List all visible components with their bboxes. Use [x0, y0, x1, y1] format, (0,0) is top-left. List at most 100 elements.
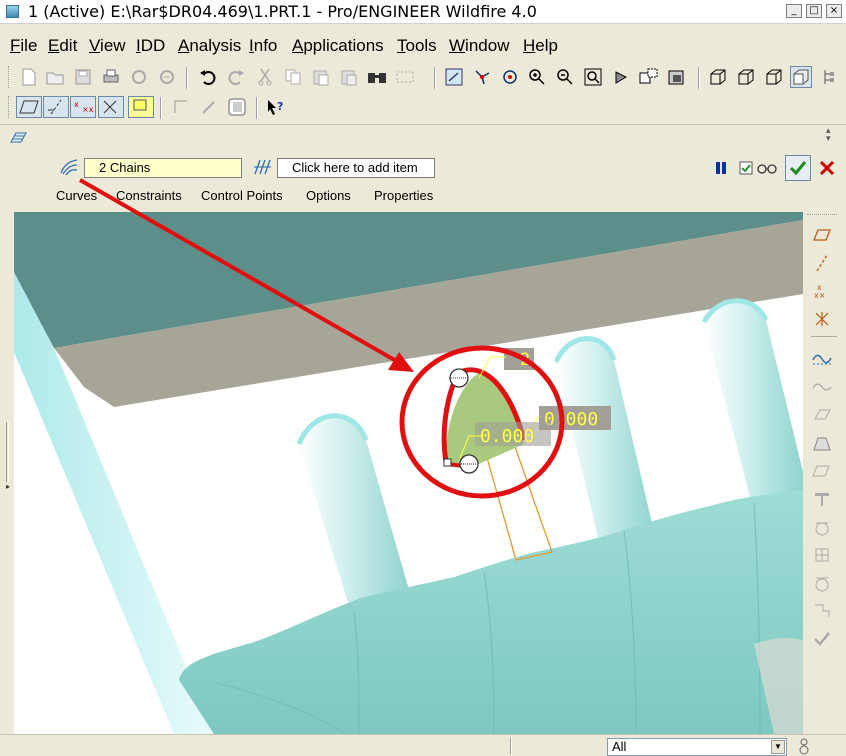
- chevron-down-icon[interactable]: ▼: [771, 740, 785, 754]
- datum-plane-icon[interactable]: [811, 224, 833, 246]
- datum-point-icon[interactable]: x x×: [811, 280, 833, 302]
- vertex-handle[interactable]: [443, 458, 452, 467]
- toolbar-grip: [807, 214, 837, 218]
- apply-button[interactable]: [785, 155, 811, 181]
- menu-tools[interactable]: Tools: [397, 36, 437, 56]
- cancel-button[interactable]: [817, 158, 837, 182]
- expand-arrow-icon[interactable]: ▸: [6, 482, 10, 491]
- datum-csys-icon[interactable]: [811, 308, 833, 330]
- title-bar: 1 (Active) E:\Rar$DR04.469\1.PRT.1 - Pro…: [0, 0, 846, 24]
- sketch-pencil-icon[interactable]: [198, 96, 220, 118]
- redo-icon[interactable]: [225, 66, 247, 88]
- dashboard-scroll-arrows[interactable]: ▴ ▾: [826, 127, 831, 144]
- datum-points-toggle-icon[interactable]: x ×x: [70, 96, 96, 118]
- first-direction-icon[interactable]: [58, 157, 80, 181]
- selection-filter-dropdown[interactable]: All ▼: [607, 738, 787, 756]
- proe-window: 1 (Active) E:\Rar$DR04.469\1.PRT.1 - Pro…: [0, 0, 846, 756]
- spin-center-icon[interactable]: [471, 66, 493, 88]
- shading-icon[interactable]: [790, 66, 812, 88]
- wireframe-icon[interactable]: [707, 66, 729, 88]
- copy-icon[interactable]: [282, 66, 304, 88]
- pattern-icon[interactable]: [811, 488, 833, 510]
- layers-icon[interactable]: [666, 66, 688, 88]
- menu-idd[interactable]: IDD: [136, 36, 165, 56]
- menu-info[interactable]: Info: [249, 36, 277, 56]
- variable-section-sweep-icon[interactable]: [811, 432, 833, 454]
- toolbar-separator: [160, 97, 162, 119]
- orient-mode-icon[interactable]: [499, 66, 521, 88]
- paste-special-icon[interactable]: [338, 66, 360, 88]
- done-check-icon[interactable]: [811, 628, 833, 650]
- reorient-icon[interactable]: [610, 66, 632, 88]
- glasses-preview-icon[interactable]: [756, 160, 778, 179]
- menu-view[interactable]: View: [89, 36, 126, 56]
- display-style-icon[interactable]: [226, 96, 248, 118]
- wrap-curve-icon[interactable]: [811, 600, 833, 622]
- hidden-line-icon[interactable]: [735, 66, 757, 88]
- spin-center-display-icon[interactable]: [170, 96, 192, 118]
- left-splitter-handle[interactable]: [6, 422, 9, 482]
- boundary-blend-tool-icon[interactable]: [811, 404, 833, 426]
- selection-status-icon[interactable]: [796, 737, 812, 756]
- tab-constraints[interactable]: Constraints: [116, 188, 182, 203]
- dashboard-panel: 2 Chains Click here to add item Curves C…: [0, 152, 846, 212]
- checkmark-icon: [789, 161, 807, 176]
- svg-text:0.000: 0.000: [480, 426, 534, 447]
- datum-axes-toggle-icon[interactable]: [43, 96, 69, 118]
- menu-applications[interactable]: Applications: [292, 36, 384, 56]
- saved-views-icon[interactable]: [638, 66, 660, 88]
- tangency-handle-top[interactable]: [449, 368, 469, 388]
- send-link-icon[interactable]: [156, 66, 178, 88]
- select-box-icon[interactable]: [394, 66, 416, 88]
- annotations-toggle-icon[interactable]: [128, 96, 154, 118]
- menu-analysis[interactable]: Analysis: [178, 36, 241, 56]
- zoom-out-icon[interactable]: [554, 66, 576, 88]
- tab-curves[interactable]: Curves: [56, 188, 97, 203]
- second-direction-collector[interactable]: Click here to add item: [277, 158, 435, 178]
- extrude-surface-icon[interactable]: [811, 460, 833, 482]
- merge-icon[interactable]: [811, 516, 833, 538]
- tab-options[interactable]: Options: [306, 188, 351, 203]
- left-edge-strip: ▸: [0, 212, 14, 734]
- model-tree-icon[interactable]: [818, 66, 840, 88]
- tangency-handle-bottom[interactable]: [459, 454, 479, 474]
- minimize-button[interactable]: _: [786, 4, 802, 18]
- datum-planes-toggle-icon[interactable]: [16, 96, 42, 118]
- menu-window[interactable]: Window: [449, 36, 509, 56]
- intersect-icon[interactable]: [811, 572, 833, 594]
- menu-edit[interactable]: Edit: [48, 36, 77, 56]
- toolbar-grip: [8, 66, 11, 88]
- second-direction-icon[interactable]: [251, 157, 273, 181]
- maximize-button[interactable]: □: [806, 4, 822, 18]
- toolbar-grip: [8, 96, 11, 118]
- sketch-curve-icon[interactable]: [811, 376, 833, 398]
- refit-icon[interactable]: [582, 66, 604, 88]
- menu-file[interactable]: File: [10, 36, 37, 56]
- paste-icon[interactable]: [310, 66, 332, 88]
- pause-icon[interactable]: [714, 160, 728, 180]
- open-file-icon[interactable]: [44, 66, 66, 88]
- preview-checkbox[interactable]: [739, 160, 753, 179]
- datum-axis-icon[interactable]: [811, 252, 833, 274]
- send-mail-icon[interactable]: [128, 66, 150, 88]
- graphics-window[interactable]: 2 0.000 0.000: [14, 212, 803, 734]
- cut-icon[interactable]: [254, 66, 276, 88]
- new-file-icon[interactable]: [18, 66, 40, 88]
- tab-control-points[interactable]: Control Points: [201, 188, 283, 203]
- zoom-in-icon[interactable]: [526, 66, 548, 88]
- no-hidden-icon[interactable]: [763, 66, 785, 88]
- menu-help[interactable]: Help: [523, 36, 558, 56]
- context-help-icon[interactable]: ?: [265, 96, 287, 118]
- repaint-icon[interactable]: [443, 66, 465, 88]
- save-icon[interactable]: [72, 66, 94, 88]
- trim-icon[interactable]: [811, 544, 833, 566]
- first-direction-collector[interactable]: 2 Chains: [84, 158, 242, 178]
- toolbar-separator: [434, 67, 436, 89]
- close-button[interactable]: ×: [826, 4, 842, 18]
- find-icon[interactable]: [366, 66, 388, 88]
- datum-curve-icon[interactable]: [811, 348, 833, 370]
- print-icon[interactable]: [100, 66, 122, 88]
- coordinate-systems-toggle-icon[interactable]: [98, 96, 124, 118]
- tab-properties[interactable]: Properties: [374, 188, 433, 203]
- undo-icon[interactable]: [197, 66, 219, 88]
